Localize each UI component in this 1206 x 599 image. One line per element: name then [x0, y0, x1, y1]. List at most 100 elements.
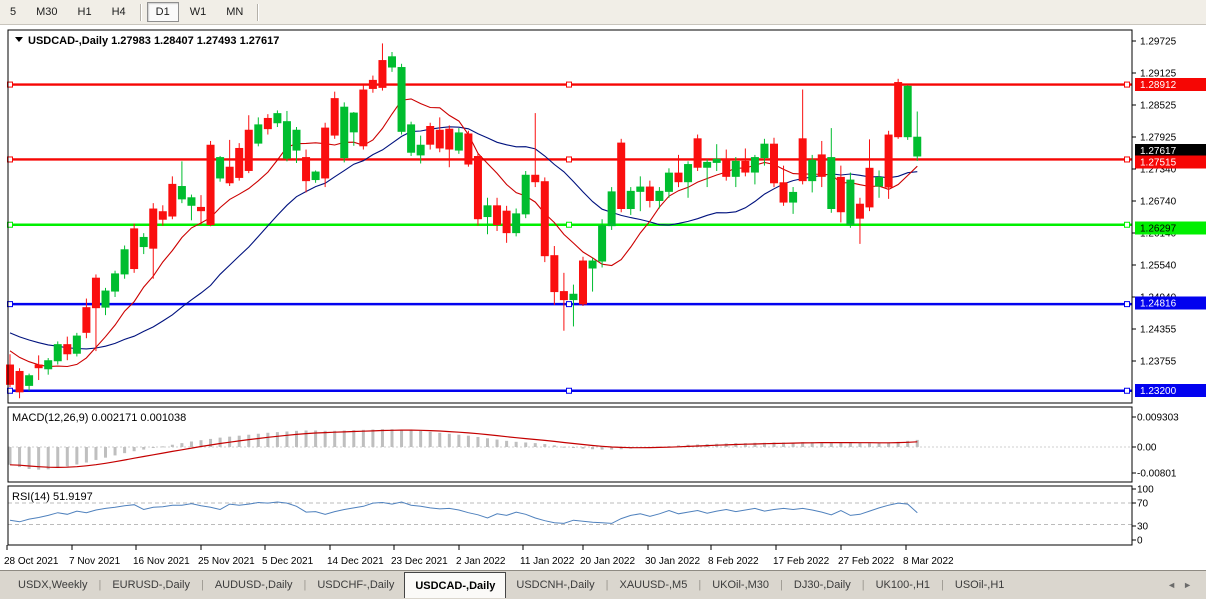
tabs-scroll-left-icon[interactable]: ◄ — [1167, 580, 1176, 590]
hline-anchor[interactable] — [1125, 222, 1130, 227]
candle-body — [331, 99, 338, 135]
rsi-panel[interactable] — [8, 486, 1132, 545]
macd-bar — [276, 432, 279, 447]
timeframe-button-w1[interactable]: W1 — [181, 2, 216, 22]
candle-body — [532, 175, 539, 181]
candle-body — [513, 214, 520, 233]
macd-bar — [324, 431, 327, 447]
hline-anchor[interactable] — [567, 157, 572, 162]
tab-audusd-daily[interactable]: AUDUSD-,Daily — [205, 571, 303, 598]
candle-body — [178, 187, 185, 199]
tab-usdcnh-daily[interactable]: USDCNH-,Daily — [506, 571, 604, 598]
macd-bar — [104, 447, 107, 458]
timeframe-button-d1[interactable]: D1 — [147, 2, 179, 22]
candle-body — [389, 57, 396, 67]
candle-body — [73, 336, 80, 353]
date-axis-label: 25 Nov 2021 — [198, 556, 255, 567]
rsi-label: RSI(14) 51.9197 — [12, 491, 93, 503]
tab-usdcad-daily[interactable]: USDCAD-,Daily — [404, 572, 506, 598]
candle-body — [780, 183, 787, 202]
candle-body — [885, 135, 892, 187]
candle-body — [761, 144, 768, 157]
candle-body — [704, 162, 711, 167]
candle-body — [589, 261, 596, 268]
macd-bar — [448, 434, 451, 447]
hline-anchor[interactable] — [567, 388, 572, 393]
timeframe-button-h4[interactable]: H4 — [103, 2, 135, 22]
candle-body — [131, 229, 138, 269]
candle-body — [580, 261, 587, 304]
rsi-axis-label: 30 — [1137, 522, 1149, 533]
macd-bar — [878, 443, 881, 447]
macd-bar — [572, 447, 575, 448]
macd-bar — [400, 430, 403, 447]
candle-body — [465, 134, 472, 164]
macd-bar — [285, 431, 288, 447]
candle-body — [723, 159, 730, 176]
hline-anchor[interactable] — [1125, 157, 1130, 162]
candle-body — [751, 158, 758, 172]
hline-anchor[interactable] — [567, 82, 572, 87]
macd-bar — [868, 443, 871, 447]
candle-body — [16, 371, 23, 391]
candle-body — [379, 61, 386, 88]
price-axis-label: 1.27925 — [1140, 133, 1177, 144]
timeframe-button-5[interactable]: 5 — [1, 2, 25, 22]
candle-body — [236, 148, 243, 177]
date-axis-label: 5 Dec 2021 — [262, 556, 314, 567]
hline-anchor[interactable] — [567, 222, 572, 227]
macd-bar — [438, 433, 441, 447]
macd-label: MACD(12,26,9) 0.002171 0.001038 — [12, 412, 186, 424]
candle-body — [64, 345, 71, 354]
tab-dj30-daily[interactable]: DJ30-,Daily — [784, 571, 861, 598]
tab-xauusd-m5[interactable]: XAUUSD-,M5 — [609, 571, 697, 598]
candle-body — [121, 250, 128, 274]
candle-body — [408, 125, 415, 152]
candle-body — [350, 113, 357, 132]
candle-body — [207, 145, 214, 224]
timeframe-button-h1[interactable]: H1 — [69, 2, 101, 22]
macd-axis-label: 0.009303 — [1137, 413, 1179, 424]
tab-eurusd-daily[interactable]: EURUSD-,Daily — [102, 571, 200, 598]
macd-bar — [391, 429, 394, 447]
tabs-scroll-right-icon[interactable]: ► — [1183, 580, 1192, 590]
macd-bar — [161, 446, 164, 447]
timeframe-button-m30[interactable]: M30 — [27, 2, 66, 22]
candle-body — [771, 144, 778, 183]
candle-body — [570, 294, 577, 299]
rsi-axis-label: 0 — [1137, 536, 1143, 547]
hline-anchor[interactable] — [1125, 82, 1130, 87]
candle-body — [35, 365, 42, 368]
candle-body — [665, 173, 672, 191]
candle-body — [685, 165, 692, 182]
hline-anchor[interactable] — [1125, 302, 1130, 307]
candle-body — [799, 139, 806, 181]
macd-bar — [66, 447, 69, 466]
candle-body — [637, 187, 644, 191]
hline-anchor[interactable] — [567, 302, 572, 307]
candle-body — [484, 206, 491, 217]
macd-axis-label: -0.00801 — [1137, 469, 1177, 480]
tab-usdchf-daily[interactable]: USDCHF-,Daily — [307, 571, 404, 598]
timeframe-button-mn[interactable]: MN — [217, 2, 252, 22]
tab-uk100-h1[interactable]: UK100-,H1 — [866, 571, 940, 598]
candle-body — [436, 130, 443, 148]
tab-usdx-weekly[interactable]: USDX,Weekly — [8, 571, 97, 598]
macd-bar — [887, 443, 890, 447]
tab-usoil-h1[interactable]: USOil-,H1 — [945, 571, 1015, 598]
price-axis-label: 1.24355 — [1140, 325, 1177, 336]
date-axis-label: 14 Dec 2021 — [327, 556, 384, 567]
price-badge-text: 1.28912 — [1140, 80, 1177, 91]
macd-bar — [142, 447, 145, 450]
candle-body — [360, 90, 367, 146]
candle-body — [264, 118, 271, 128]
date-axis-label: 17 Feb 2022 — [773, 556, 830, 567]
tab-ukoil-m30[interactable]: UKOil-,M30 — [702, 571, 779, 598]
macd-bar — [343, 431, 346, 447]
price-axis-label: 1.25540 — [1140, 261, 1177, 272]
macd-bar — [362, 430, 365, 447]
macd-bar — [219, 438, 222, 447]
candle-body — [341, 107, 348, 157]
chart-area[interactable]: 1.297251.291251.285251.279251.273401.267… — [0, 24, 1206, 571]
hline-anchor[interactable] — [1125, 388, 1130, 393]
